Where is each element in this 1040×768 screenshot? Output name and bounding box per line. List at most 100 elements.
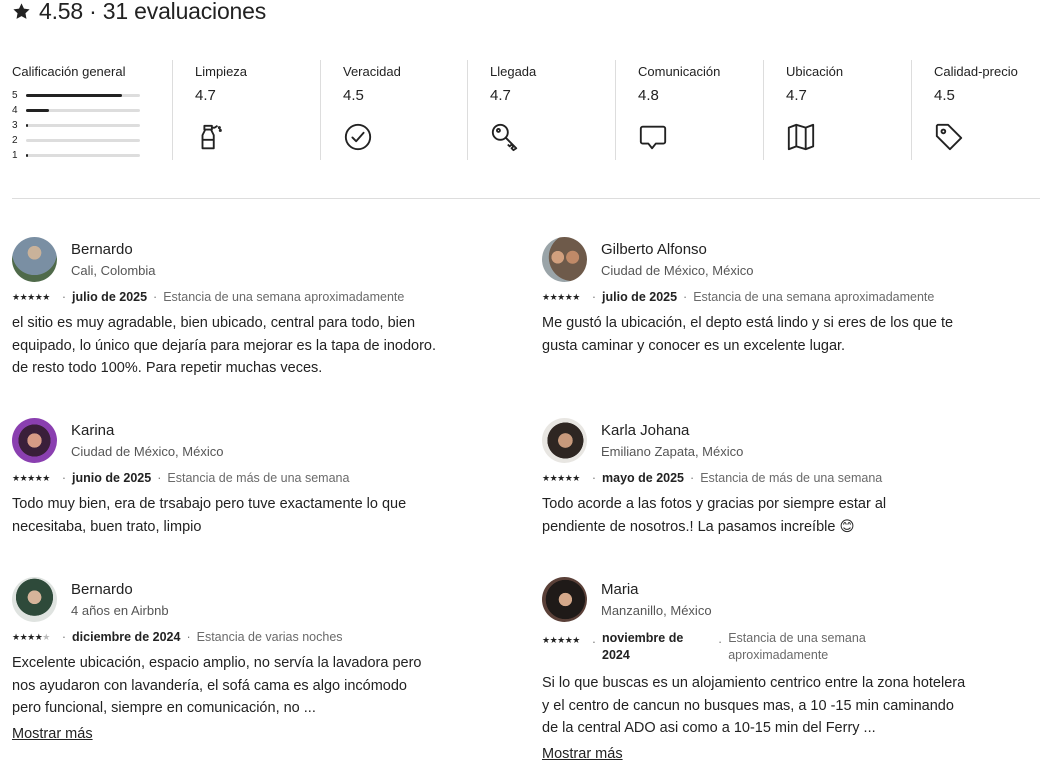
star-rating: ★★★★★ (542, 291, 580, 302)
category-label: Calidad-precio (934, 64, 1018, 79)
rating-bar-row: 5 (12, 88, 172, 103)
rating-bar-row: 1 (12, 148, 172, 163)
avatar[interactable] (12, 417, 57, 463)
avatar[interactable] (542, 576, 587, 622)
review-meta: ★★★★★ · julio de 2025 · Estancia de una se… (542, 290, 935, 304)
rating-bar-fill (26, 124, 29, 127)
category-label: Limpieza (195, 64, 248, 79)
stay-length: Estancia de varias noches (196, 630, 343, 644)
review-text: Si lo que buscas es un alojamiento centr… (542, 675, 966, 736)
category-value: 4.8 (638, 87, 659, 104)
stay-length: Estancia de más de una semana (167, 471, 350, 485)
avatar[interactable] (12, 576, 57, 622)
category-value: 4.5 (343, 87, 364, 104)
reviewer-name[interactable]: Bernardo (71, 581, 169, 598)
rating-bar-row: 3 (12, 118, 172, 133)
reviewer-location: Cali, Colombia (71, 262, 156, 278)
review-card: Karla Johana Emiliano Zapata, México ★★★… (542, 417, 1012, 538)
review-date: julio de 2025 (602, 290, 678, 304)
rating-bar-row: 4 (12, 103, 172, 118)
avatar[interactable] (542, 417, 587, 463)
rating-bar-fill (26, 94, 122, 97)
review-date: mayo de 2025 (602, 471, 685, 485)
rating-summary: 4.58 · 31 evaluaciones (39, 0, 267, 24)
review-text: Excelente ubicación, espacio amplio, no … (12, 655, 422, 716)
reviewer-name[interactable]: Bernardo (71, 241, 156, 258)
price-tag-icon (934, 122, 964, 152)
reviewer-info: Karina Ciudad de México, México (12, 417, 482, 463)
show-more-link[interactable]: Mostrar más (12, 726, 93, 742)
review-meta: ★★★★★ · noviembre de 2024 · Estancia de un… (542, 630, 1012, 664)
rating-bar-label: 3 (12, 120, 18, 131)
reviewer-location: Emiliano Zapata, México (601, 443, 744, 459)
category-llegada: Llegada 4.7 (467, 60, 615, 160)
rating-bar-fill (26, 154, 29, 157)
key-icon (490, 122, 520, 152)
show-more-link[interactable]: Mostrar más (542, 746, 623, 762)
reviewer-location: Manzanillo, México (601, 602, 712, 618)
rating-bar-fill (26, 109, 49, 112)
review-text: Me gustó la ubicación, el depto está lin… (542, 315, 954, 354)
section-divider (12, 198, 1040, 199)
rating-bar-track (26, 139, 140, 142)
map-icon (786, 122, 816, 152)
review-card: Maria Manzanillo, México ★★★★★ · noviembr… (542, 576, 1012, 763)
review-card: Karina Ciudad de México, México ★★★★★ · j… (12, 417, 482, 538)
category-label: Ubicación (786, 64, 844, 79)
review-date: junio de 2025 (72, 471, 152, 485)
category-veracidad: Veracidad 4.5 (320, 60, 467, 160)
star-rating: ★★★★★ (12, 472, 50, 483)
review-date: noviembre de 2024 (602, 631, 684, 662)
review-date: diciembre de 2024 (72, 630, 181, 644)
spray-bottle-icon (195, 122, 225, 152)
star-rating: ★★★★★ (542, 635, 580, 645)
category-label: Veracidad (343, 64, 401, 79)
avatar[interactable] (12, 236, 57, 282)
rating-bar-label: 4 (12, 105, 18, 116)
category-label: Comunicación (638, 64, 721, 79)
reviewer-name[interactable]: Maria (601, 581, 712, 598)
category-value: 4.7 (195, 87, 216, 104)
reviewer-info: Maria Manzanillo, México (542, 576, 1012, 622)
overall-rating-label: Calificación general (12, 64, 126, 79)
reviewer-info: Gilberto Alfonso Ciudad de México, Méxic… (542, 236, 1012, 282)
reviewer-name[interactable]: Karina (71, 422, 223, 439)
check-circle-icon (343, 122, 373, 152)
category-value: 4.7 (490, 87, 511, 104)
rating-bar-label: 2 (12, 135, 18, 146)
category-ratings: Calificación general 5 4 3 2 1 Limpieza … (12, 60, 1040, 162)
review-meta: ★★★★★ · junio de 2025 · Estancia de más de… (12, 471, 350, 485)
star-rating: ★★★★★ (542, 472, 580, 483)
reviewer-name[interactable]: Karla Johana (601, 422, 743, 439)
rating-bar-track (26, 109, 140, 112)
stay-length: Estancia de una semana aproximadamente (693, 290, 935, 304)
stay-length: Estancia de una semana aproximadamente (163, 290, 405, 304)
rating-bar-row: 2 (12, 133, 172, 148)
star-rating: ★★★★★ (12, 631, 50, 642)
review-card: Bernardo Cali, Colombia ★★★★★ · julio de … (12, 236, 482, 380)
star-rating: ★★★★★ (12, 291, 50, 302)
reviewer-info: Bernardo 4 años en Airbnb (12, 576, 482, 622)
category-calidad-precio: Calidad-precio 4.5 (911, 60, 1040, 160)
reviewer-location: Ciudad de México, México (601, 262, 754, 278)
stay-length: Estancia de más de una semana (700, 471, 883, 485)
category-comunicacion: Comunicación 4.8 (615, 60, 763, 160)
reviewer-name[interactable]: Gilberto Alfonso (601, 241, 753, 258)
reviewer-info: Karla Johana Emiliano Zapata, México (542, 417, 1012, 463)
review-date: julio de 2025 (72, 290, 148, 304)
reviewer-location: 4 años en Airbnb (71, 602, 169, 618)
rating-bar-track (26, 94, 140, 97)
rating-bar-track (26, 124, 140, 127)
category-limpieza: Limpieza 4.7 (172, 60, 320, 160)
avatar[interactable] (542, 236, 587, 282)
review-text: Todo acorde a las fotos y gracias por si… (542, 496, 887, 535)
category-value: 4.5 (934, 87, 955, 104)
review-text: el sitio es muy agradable, bien ubicado,… (12, 315, 437, 376)
category-ubicacion: Ubicación 4.7 (763, 60, 911, 160)
star-icon (13, 2, 30, 19)
rating-bar-label: 1 (12, 150, 18, 161)
stay-length: Estancia de una semana aproximadamente (728, 631, 866, 662)
review-meta: ★★★★★ · diciembre de 2024 · Estancia de va… (12, 630, 343, 644)
category-value: 4.7 (786, 87, 807, 104)
category-label: Llegada (490, 64, 537, 79)
